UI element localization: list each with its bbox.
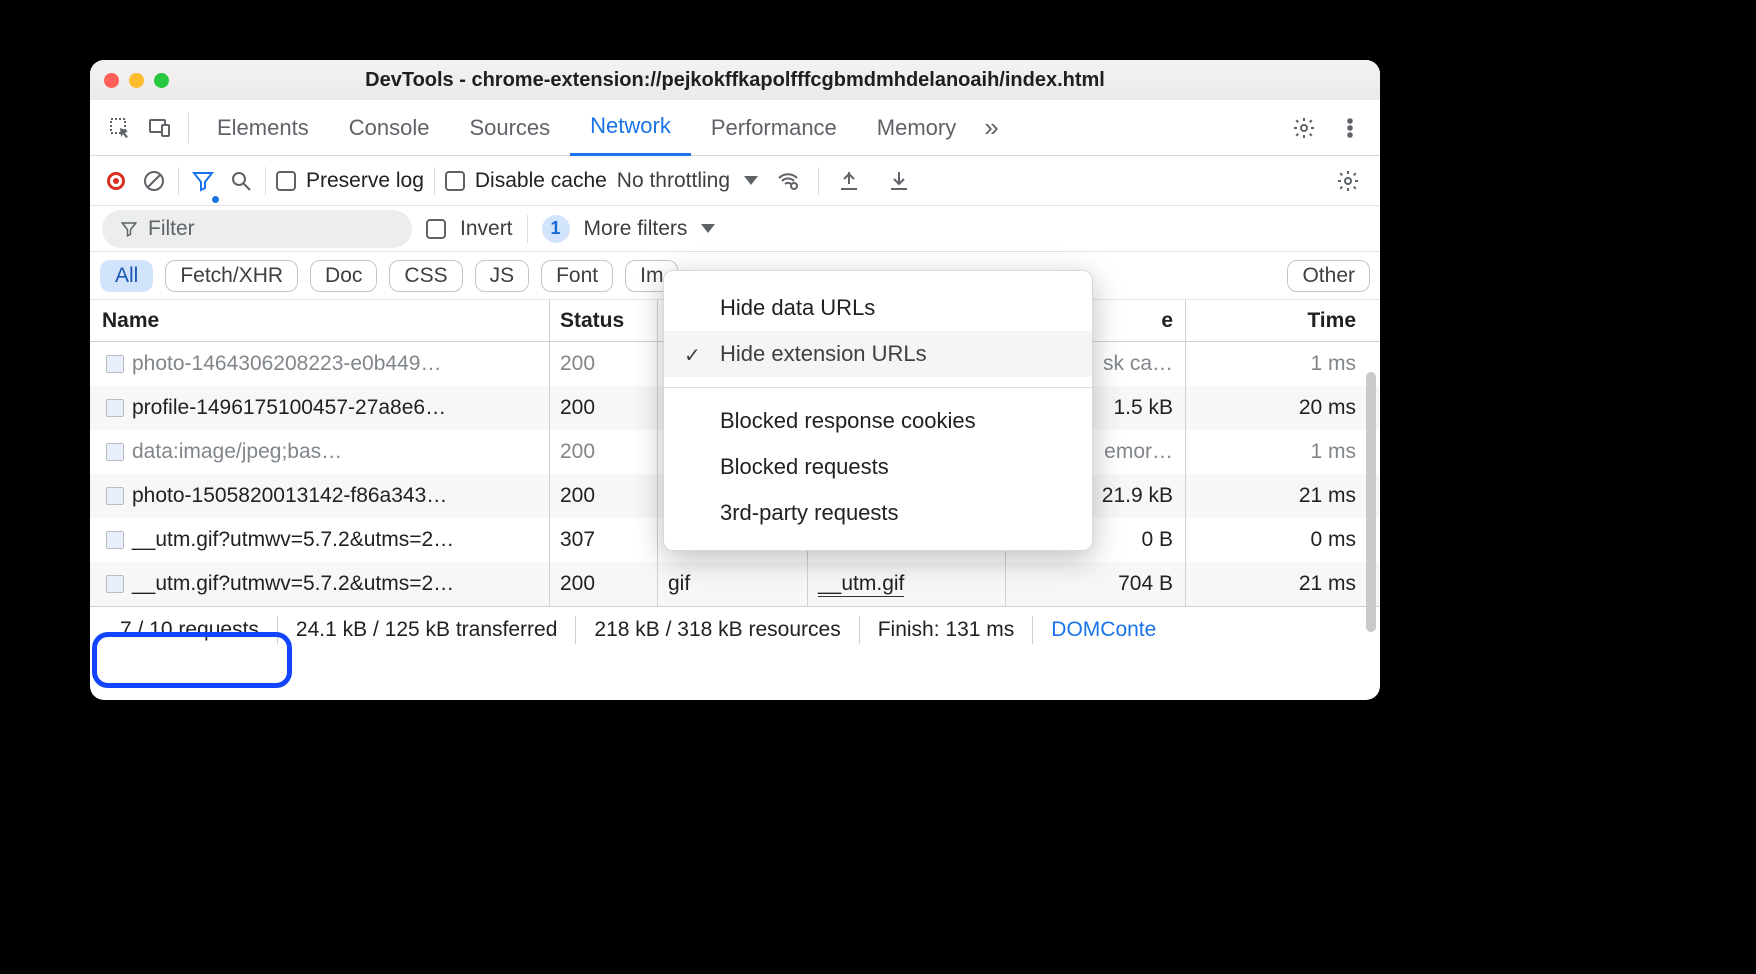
device-toolbar-icon[interactable]	[140, 108, 180, 148]
preserve-log-checkbox[interactable]	[276, 171, 296, 191]
window-title: DevTools - chrome-extension://pejkokffka…	[90, 69, 1380, 92]
favicon-icon	[106, 575, 124, 593]
disable-cache-label: Disable cache	[475, 169, 607, 193]
status-domcontent: DOMConte	[1033, 618, 1174, 642]
favicon-icon	[106, 487, 124, 505]
chip-css[interactable]: CSS	[389, 260, 462, 292]
import-har-icon[interactable]	[829, 161, 869, 201]
tab-console[interactable]: Console	[329, 100, 450, 156]
col-name[interactable]: Name	[90, 300, 550, 341]
chip-other[interactable]: Other	[1287, 260, 1370, 292]
throttling-select[interactable]: No throttling	[617, 169, 758, 193]
window-controls	[104, 73, 169, 88]
chip-fetch-xhr[interactable]: Fetch/XHR	[165, 260, 298, 292]
close-window-button[interactable]	[104, 73, 119, 88]
invert-label: Invert	[460, 217, 513, 241]
dropdown-item[interactable]: ✓Hide extension URLs	[664, 331, 1092, 377]
chip-doc[interactable]: Doc	[310, 260, 377, 292]
dropdown-item[interactable]: 3rd-party requests	[664, 490, 1092, 536]
settings-icon[interactable]	[1284, 108, 1324, 148]
devtools-window: DevTools - chrome-extension://pejkokffka…	[90, 60, 1380, 700]
filter-input[interactable]: Filter	[102, 210, 412, 248]
dropdown-item[interactable]: Hide data URLs	[664, 285, 1092, 331]
clear-button[interactable]	[140, 161, 168, 201]
scrollbar[interactable]	[1366, 372, 1376, 632]
titlebar: DevTools - chrome-extension://pejkokffka…	[90, 60, 1380, 100]
network-settings-icon[interactable]	[1328, 161, 1368, 201]
minimize-window-button[interactable]	[129, 73, 144, 88]
chevron-down-icon	[744, 176, 758, 185]
more-filters-dropdown: Hide data URLs✓Hide extension URLs Blocke…	[663, 270, 1093, 551]
inspect-element-icon[interactable]	[100, 108, 140, 148]
search-icon[interactable]	[227, 161, 255, 201]
check-icon: ✓	[684, 343, 701, 368]
tab-network[interactable]: Network	[570, 100, 691, 156]
col-time[interactable]: Time	[1186, 300, 1380, 341]
tab-elements[interactable]: Elements	[197, 100, 329, 156]
favicon-icon	[106, 443, 124, 461]
export-har-icon[interactable]	[879, 161, 919, 201]
tab-memory[interactable]: Memory	[857, 100, 976, 156]
favicon-icon	[106, 355, 124, 373]
filter-bar: Filter Invert 1 More filters	[90, 206, 1380, 252]
dropdown-item[interactable]: Blocked requests	[664, 444, 1092, 490]
maximize-window-button[interactable]	[154, 73, 169, 88]
favicon-icon	[106, 531, 124, 549]
favicon-icon	[106, 399, 124, 417]
chip-all[interactable]: All	[100, 260, 153, 292]
more-filters-button[interactable]: More filters	[584, 217, 716, 241]
table-row[interactable]: __utm.gif?utmwv=5.7.2&utms=2…200gif__utm…	[90, 562, 1380, 606]
tabs-overflow[interactable]: »	[976, 100, 1006, 156]
network-toolbar: Preserve log Disable cache No throttling	[90, 156, 1380, 206]
more-filters-count: 1	[542, 215, 570, 243]
dropdown-item[interactable]: Blocked response cookies	[664, 398, 1092, 444]
status-transferred: 24.1 kB / 125 kB transferred	[278, 618, 575, 642]
more-menu-icon[interactable]	[1330, 108, 1370, 148]
status-bar: 7 / 10 requests 24.1 kB / 125 kB transfe…	[90, 606, 1380, 652]
separator	[188, 113, 189, 143]
invert-checkbox[interactable]	[426, 219, 446, 239]
record-button[interactable]	[102, 161, 130, 201]
preserve-log-label: Preserve log	[306, 169, 424, 193]
chip-font[interactable]: Font	[541, 260, 613, 292]
filter-toggle-icon[interactable]	[189, 161, 217, 201]
status-resources: 218 kB / 318 kB resources	[576, 618, 858, 642]
disable-cache-checkbox[interactable]	[445, 171, 465, 191]
chevron-down-icon	[701, 224, 715, 233]
chip-js[interactable]: JS	[475, 260, 530, 292]
status-finish: Finish: 131 ms	[860, 618, 1033, 642]
network-conditions-icon[interactable]	[768, 161, 808, 201]
col-status[interactable]: Status	[550, 300, 658, 341]
tab-performance[interactable]: Performance	[691, 100, 857, 156]
main-tabs: Elements Console Sources Network Perform…	[90, 100, 1380, 156]
tab-sources[interactable]: Sources	[449, 100, 570, 156]
status-requests: 7 / 10 requests	[102, 618, 277, 642]
